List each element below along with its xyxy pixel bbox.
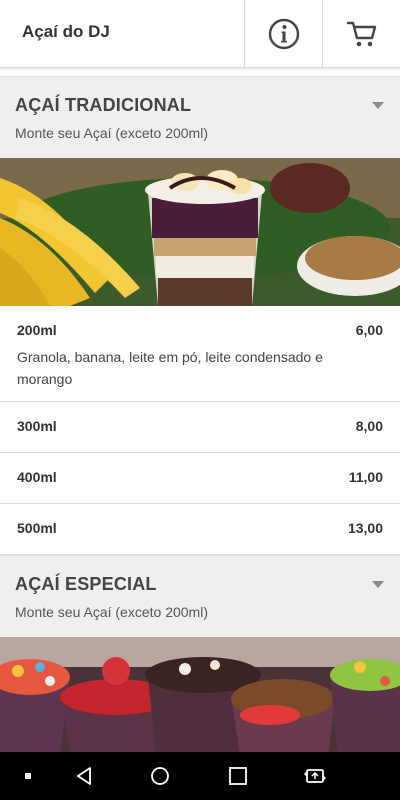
section-title: AÇAÍ TRADICIONAL — [15, 95, 192, 115]
item-size: 300ml — [17, 418, 57, 434]
dot-icon — [25, 773, 31, 779]
section-subtitle: Monte seu Açaí (exceto 200ml) — [15, 125, 208, 141]
item-size: 500ml — [17, 520, 57, 536]
menu-item-300ml[interactable]: 300ml 8,00 — [0, 402, 400, 453]
menu-list[interactable]: AÇAÍ TRADICIONAL Monte seu Açaí (exceto … — [0, 76, 400, 752]
item-price: 8,00 — [355, 418, 383, 434]
item-price: 6,00 — [355, 322, 383, 338]
shopping-cart-icon — [346, 21, 376, 46]
app-header: Açaí do DJ — [0, 0, 400, 68]
item-size: 400ml — [17, 469, 57, 485]
cart-button[interactable] — [322, 0, 400, 67]
item-price: 11,00 — [348, 469, 383, 485]
section-header-acai-especial[interactable]: AÇAÍ ESPECIAL Monte seu Açaí (exceto 200… — [0, 555, 400, 637]
info-circle-icon — [268, 18, 299, 49]
item-description: Granola, banana, leite em pó, leite cond… — [17, 349, 323, 387]
item-price: 13,00 — [347, 520, 383, 536]
chevron-down-icon[interactable] — [372, 102, 384, 109]
screen-rotate-icon[interactable] — [303, 766, 327, 786]
menu-item-200ml[interactable]: 200ml 6,00 Granola, banana, leite em pó,… — [0, 306, 400, 402]
acai-especial-photo — [0, 637, 400, 752]
section-title: AÇAÍ ESPECIAL — [15, 574, 157, 594]
section-subtitle: Monte seu Açaí (exceto 200ml) — [15, 604, 208, 620]
recents-icon[interactable] — [228, 766, 248, 786]
info-button[interactable] — [244, 0, 322, 67]
home-icon[interactable] — [150, 766, 170, 786]
acai-tradicional-photo — [0, 158, 400, 306]
chevron-down-icon[interactable] — [372, 581, 384, 588]
section-header-acai-tradicional[interactable]: AÇAÍ TRADICIONAL Monte seu Açaí (exceto … — [0, 76, 400, 158]
menu-item-400ml[interactable]: 400ml 11,00 — [0, 453, 400, 504]
menu-item-500ml[interactable]: 500ml 13,00 — [0, 504, 400, 555]
back-icon[interactable] — [74, 766, 94, 786]
item-size: 200ml — [17, 322, 57, 338]
app-title: Açaí do DJ — [22, 22, 110, 41]
system-nav-bar — [0, 752, 400, 800]
